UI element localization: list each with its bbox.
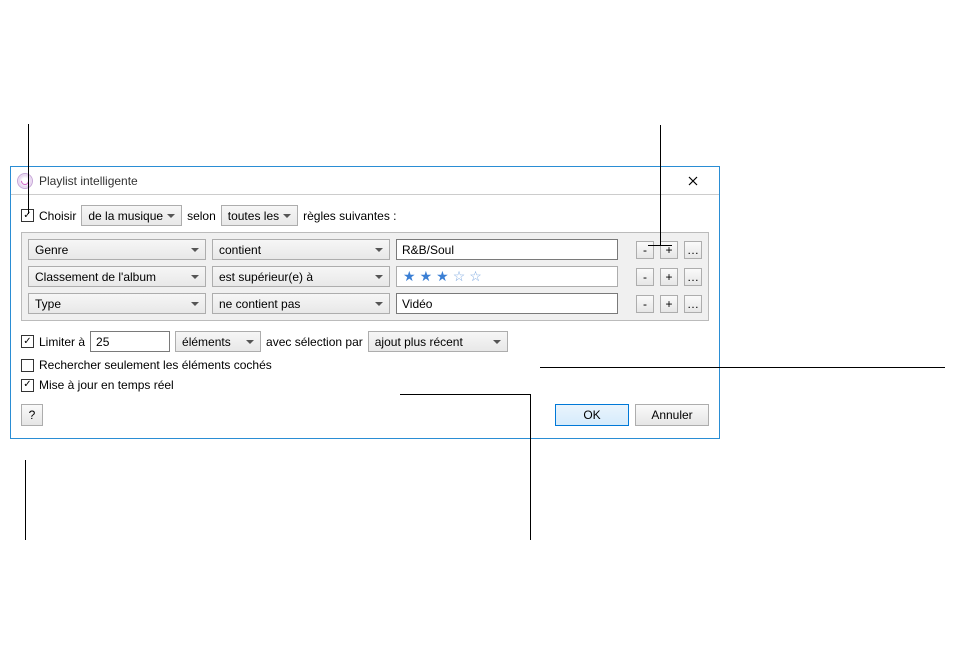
live-update-label: Mise à jour en temps réel bbox=[39, 378, 174, 392]
window-title: Playlist intelligente bbox=[39, 174, 673, 188]
rule-value-input[interactable] bbox=[396, 293, 618, 314]
close-icon bbox=[688, 176, 698, 186]
rule-field-select[interactable]: Classement de l'album bbox=[28, 266, 206, 287]
callout-line bbox=[400, 394, 530, 395]
titlebar: Playlist intelligente bbox=[11, 167, 719, 195]
rules-panel: Genre contient - + … Classement de l'alb… bbox=[21, 232, 709, 321]
match-suffix-text: règles suivantes : bbox=[303, 209, 396, 223]
rule-operator-value: est supérieur(e) à bbox=[219, 270, 313, 284]
close-button[interactable] bbox=[673, 169, 713, 193]
add-rule-button[interactable]: + bbox=[660, 268, 678, 286]
star-icon: ★ bbox=[420, 268, 437, 285]
star-icon: ★ bbox=[403, 268, 420, 285]
rule-value-input[interactable] bbox=[396, 239, 618, 260]
match-row: Choisir de la musique selon toutes les r… bbox=[21, 205, 709, 226]
limit-checkbox[interactable] bbox=[21, 335, 34, 348]
rule-row: Genre contient - + … bbox=[28, 239, 702, 260]
limit-label: Limiter à bbox=[39, 335, 85, 349]
callout-line bbox=[540, 367, 945, 368]
rule-row: Type ne contient pas - + … bbox=[28, 293, 702, 314]
limit-selection-value: ajout plus récent bbox=[375, 335, 463, 349]
add-rule-button[interactable]: + bbox=[660, 241, 678, 259]
checked-only-label: Rechercher seulement les éléments cochés bbox=[39, 358, 272, 372]
live-update-checkbox[interactable] bbox=[21, 379, 34, 392]
rule-operator-select[interactable]: contient bbox=[212, 239, 390, 260]
limit-unit-select[interactable]: éléments bbox=[175, 331, 261, 352]
quantifier-select-value: toutes les bbox=[228, 209, 279, 223]
rule-row: Classement de l'album est supérieur(e) à… bbox=[28, 266, 702, 287]
limit-selection-select[interactable]: ajout plus récent bbox=[368, 331, 508, 352]
callout-line bbox=[530, 394, 531, 408]
remove-rule-button[interactable]: - bbox=[636, 295, 654, 313]
live-update-row: Mise à jour en temps réel bbox=[21, 378, 709, 392]
star-icon: ☆ bbox=[469, 268, 486, 285]
more-rule-button[interactable]: … bbox=[684, 268, 702, 286]
checked-only-checkbox[interactable] bbox=[21, 359, 34, 372]
match-link-text: selon bbox=[187, 209, 216, 223]
callout-line bbox=[25, 460, 26, 540]
callout-line bbox=[648, 245, 672, 246]
choose-label: Choisir bbox=[39, 209, 76, 223]
rule-operator-select[interactable]: ne contient pas bbox=[212, 293, 390, 314]
ok-button[interactable]: OK bbox=[555, 404, 629, 426]
remove-rule-button[interactable]: - bbox=[636, 241, 654, 259]
more-rule-button[interactable]: … bbox=[684, 295, 702, 313]
limit-row: Limiter à éléments avec sélection par aj… bbox=[21, 331, 709, 352]
rule-rating-input[interactable]: ★★★☆☆ bbox=[396, 266, 618, 287]
rule-field-value: Classement de l'album bbox=[35, 270, 156, 284]
checked-only-row: Rechercher seulement les éléments cochés bbox=[21, 358, 709, 372]
callout-line bbox=[660, 125, 661, 245]
app-icon bbox=[17, 173, 33, 189]
rule-field-value: Genre bbox=[35, 243, 68, 257]
cancel-button[interactable]: Annuler bbox=[635, 404, 709, 426]
star-icon: ☆ bbox=[453, 268, 470, 285]
quantifier-select[interactable]: toutes les bbox=[221, 205, 298, 226]
rule-field-value: Type bbox=[35, 297, 61, 311]
star-icon: ★ bbox=[436, 268, 453, 285]
rule-operator-value: contient bbox=[219, 243, 261, 257]
rule-field-select[interactable]: Type bbox=[28, 293, 206, 314]
callout-line bbox=[530, 407, 531, 540]
help-button[interactable]: ? bbox=[21, 404, 43, 426]
source-select-value: de la musique bbox=[88, 209, 163, 223]
smart-playlist-dialog: Playlist intelligente Choisir de la musi… bbox=[10, 166, 720, 439]
rule-operator-value: ne contient pas bbox=[219, 297, 300, 311]
limit-unit-value: éléments bbox=[182, 335, 231, 349]
dialog-content: Choisir de la musique selon toutes les r… bbox=[11, 195, 719, 438]
add-rule-button[interactable]: + bbox=[660, 295, 678, 313]
remove-rule-button[interactable]: - bbox=[636, 268, 654, 286]
button-row: ? OK Annuler bbox=[21, 404, 709, 426]
limit-by-label: avec sélection par bbox=[266, 335, 363, 349]
callout-line bbox=[28, 124, 29, 214]
rule-field-select[interactable]: Genre bbox=[28, 239, 206, 260]
source-select[interactable]: de la musique bbox=[81, 205, 182, 226]
rule-operator-select[interactable]: est supérieur(e) à bbox=[212, 266, 390, 287]
more-rule-button[interactable]: … bbox=[684, 241, 702, 259]
limit-value-input[interactable] bbox=[90, 331, 170, 352]
